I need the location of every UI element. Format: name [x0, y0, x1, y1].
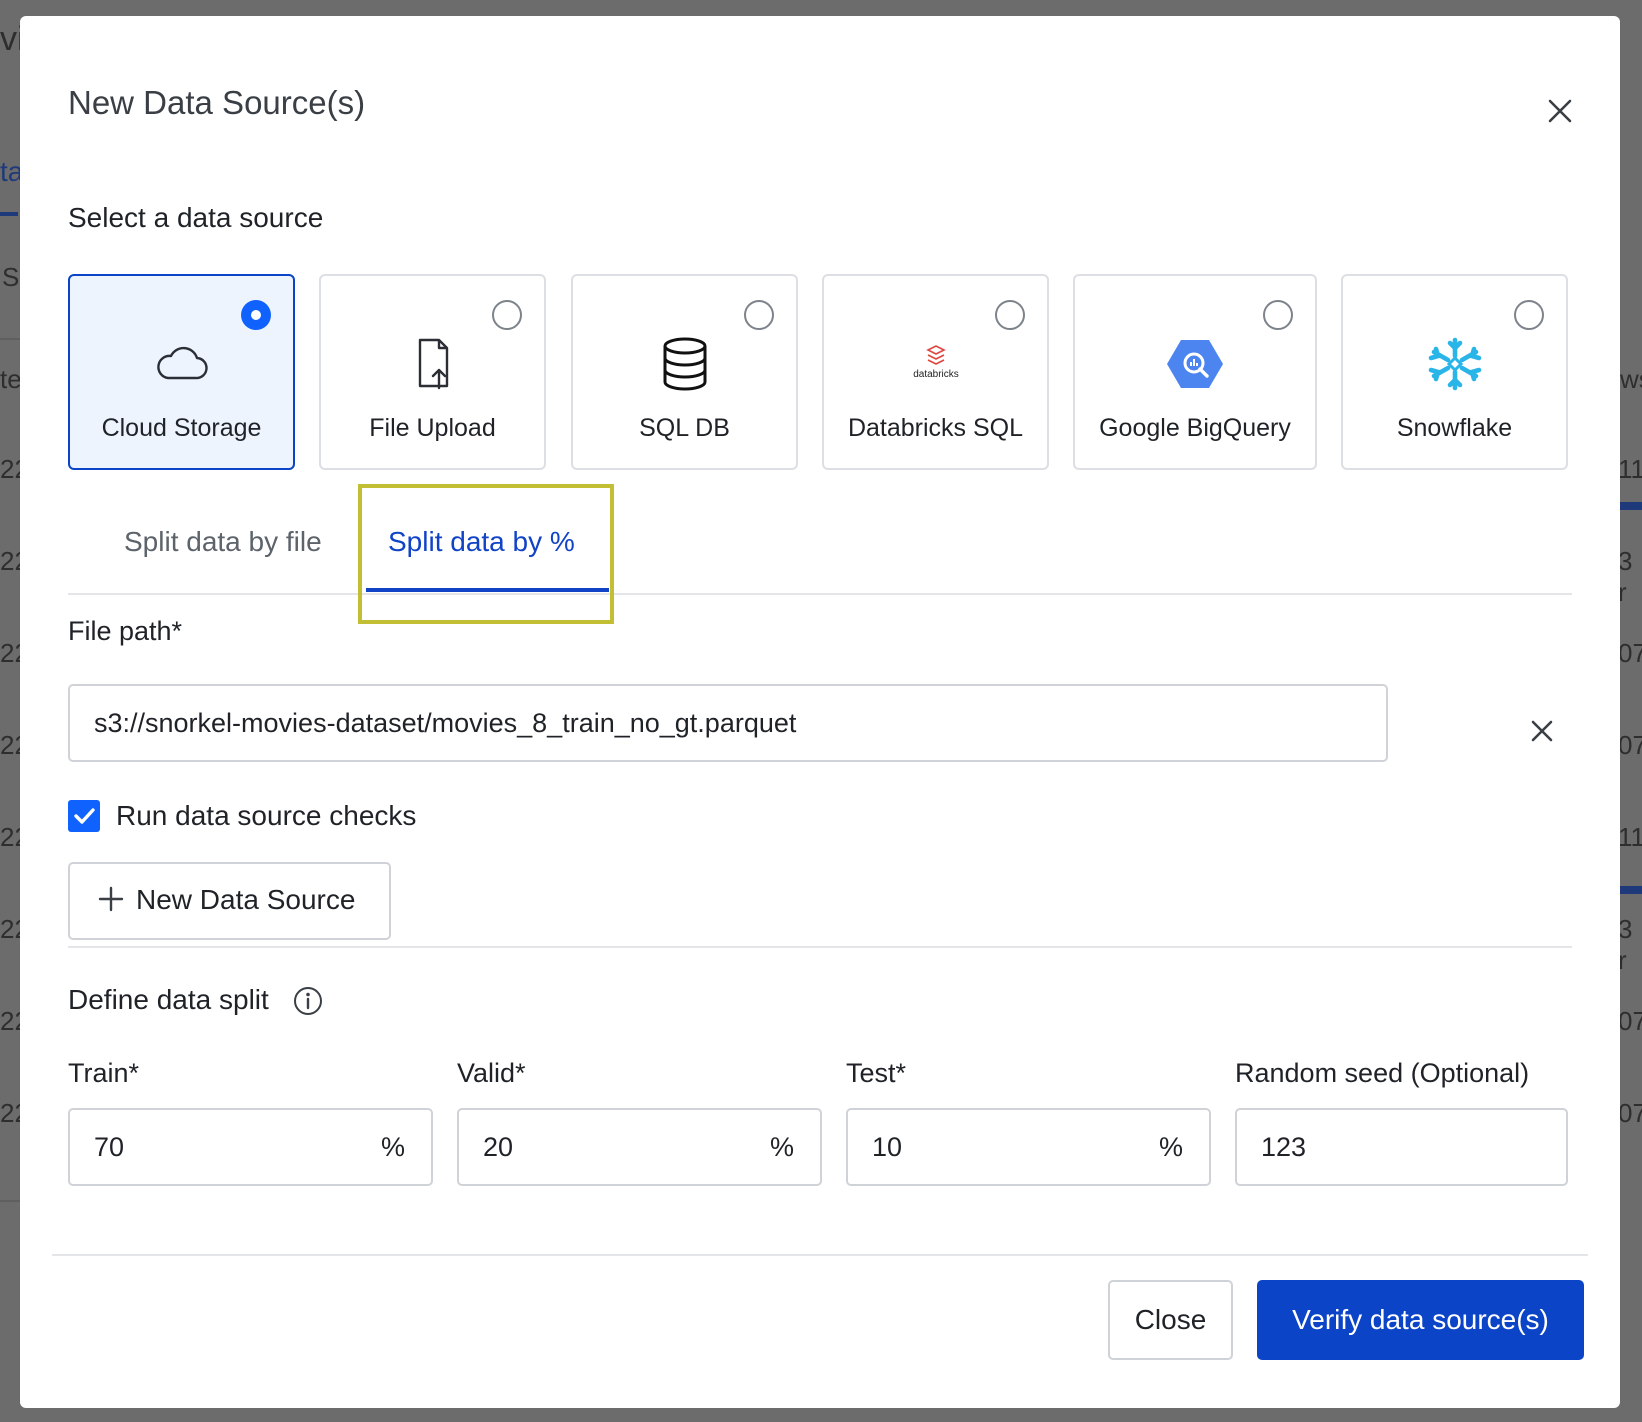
source-card-sql-db[interactable]: SQL DB: [571, 274, 798, 470]
file-upload-icon: [418, 338, 448, 390]
radio-unselected[interactable]: [1263, 300, 1293, 330]
bg-tab-underline: [0, 212, 18, 216]
source-card-label: Databricks SQL: [847, 414, 1024, 442]
test-input[interactable]: 10 %: [846, 1108, 1211, 1186]
source-card-label: Snowflake: [1396, 414, 1513, 442]
file-path-label: File path*: [68, 616, 183, 646]
valid-input[interactable]: 20 %: [457, 1108, 822, 1186]
radio-selected[interactable]: [241, 300, 271, 330]
tab-highlight-box: [358, 484, 614, 624]
databricks-logo-text: databricks: [913, 369, 959, 380]
select-source-label: Select a data source: [68, 202, 324, 233]
bg-text-fragment: 07: [1618, 730, 1642, 760]
train-percent-unit: %: [380, 1132, 405, 1162]
plus-icon: [98, 886, 124, 912]
section-divider: [68, 946, 1572, 948]
bg-progress-bar: [1620, 886, 1642, 894]
close-button[interactable]: Close: [1108, 1280, 1233, 1360]
bg-text-fragment: te: [0, 364, 22, 394]
source-card-databricks-sql[interactable]: databricks Databricks SQL: [822, 274, 1049, 470]
bg-text-fragment: 07: [1618, 638, 1642, 668]
cloud-icon: [156, 346, 208, 380]
new-data-source-modal: New Data Source(s) Select a data source …: [20, 16, 1620, 1408]
valid-label: Valid*: [457, 1058, 526, 1088]
run-checks-label: Run data source checks: [116, 800, 417, 831]
test-label: Test*: [846, 1058, 907, 1088]
new-data-source-button[interactable]: New Data Source: [68, 862, 391, 940]
source-card-snowflake[interactable]: Snowflake: [1341, 274, 1568, 470]
source-card-cloud-storage[interactable]: Cloud Storage: [68, 274, 295, 470]
tabs-divider: [68, 593, 1572, 595]
bg-text-fragment: 07: [1618, 1006, 1642, 1036]
source-card-label: Cloud Storage: [101, 414, 262, 442]
tab-split-by-file[interactable]: Split data by file: [124, 526, 322, 558]
databricks-logo: databricks: [913, 345, 959, 380]
source-card-file-upload[interactable]: File Upload: [319, 274, 546, 470]
bg-divider: [0, 1200, 20, 1202]
bg-text-fragment: ws: [1620, 364, 1642, 394]
bg-text-fragment: 3 r: [1618, 914, 1633, 975]
define-split-label: Define data split: [68, 984, 269, 1015]
file-path-input[interactable]: s3://snorkel-movies-dataset/movies_8_tra…: [68, 684, 1388, 762]
bg-text-fragment: S: [2, 262, 20, 292]
train-value: 70: [94, 1132, 125, 1162]
source-card-label: File Upload: [369, 414, 496, 442]
source-card-label: Google BigQuery: [1099, 414, 1291, 442]
source-card-label: SQL DB: [639, 414, 730, 442]
verify-data-sources-button[interactable]: Verify data source(s): [1257, 1280, 1584, 1360]
source-card-google-bigquery[interactable]: Google BigQuery: [1073, 274, 1317, 470]
new-data-source-label: New Data Source: [136, 884, 356, 915]
valid-percent-unit: %: [769, 1132, 794, 1162]
run-checks-checkbox[interactable]: [68, 800, 100, 832]
random-seed-input[interactable]: 123: [1235, 1108, 1568, 1186]
checkmark-icon: [74, 808, 95, 824]
bg-divider: [0, 338, 20, 340]
bigquery-logo: [1167, 340, 1223, 388]
bg-text-fragment: 11: [1618, 822, 1642, 852]
footer-divider: [52, 1254, 1588, 1256]
train-input[interactable]: 70 %: [68, 1108, 433, 1186]
info-icon[interactable]: [292, 985, 324, 1017]
database-icon: [663, 337, 706, 391]
radio-unselected[interactable]: [744, 300, 774, 330]
bg-text-fragment: 3 r: [1618, 546, 1633, 607]
radio-unselected[interactable]: [995, 300, 1025, 330]
test-value: 10: [872, 1132, 903, 1162]
bg-text-fragment: 07: [1618, 1098, 1642, 1128]
valid-value: 20: [483, 1132, 514, 1162]
modal-title: New Data Source(s): [68, 84, 366, 121]
close-icon[interactable]: [1540, 91, 1580, 131]
train-label: Train*: [68, 1058, 140, 1088]
bg-progress-bar: [1620, 502, 1642, 510]
bg-text-fragment: 11: [1618, 454, 1642, 484]
random-seed-label: Random seed (Optional): [1235, 1058, 1530, 1088]
radio-unselected[interactable]: [492, 300, 522, 330]
test-percent-unit: %: [1158, 1132, 1183, 1162]
clear-file-path-icon[interactable]: [1524, 713, 1560, 749]
radio-unselected[interactable]: [1514, 300, 1544, 330]
snowflake-logo: [1428, 337, 1481, 391]
